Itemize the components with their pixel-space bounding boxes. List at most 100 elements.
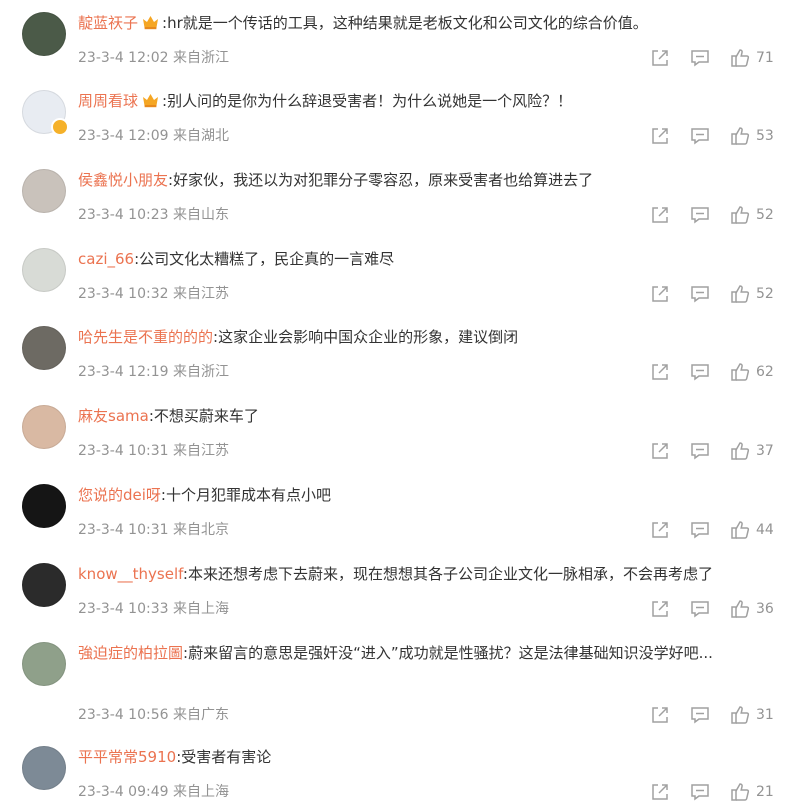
share-icon [652, 364, 668, 380]
comment-text-block: 哈先生是不重的的的:这家企业会影响中国众企业的形象，建议倒闭 [78, 324, 768, 351]
comment-meta: 23-3-4 12:02 来自浙江 [78, 48, 229, 68]
like-button[interactable]: 62 [730, 362, 774, 382]
avatar[interactable] [22, 248, 66, 292]
username-link[interactable]: 您说的dei呀 [78, 486, 161, 504]
comment-content: hr就是一个传话的工具，这种结果就是老板文化和公司文化的综合价值。 [167, 14, 648, 32]
thumbs-up-icon [731, 783, 750, 801]
avatar[interactable] [22, 484, 66, 528]
ip-location: 来自湖北 [172, 128, 229, 144]
like-button[interactable]: 53 [730, 126, 774, 146]
ip-location: 来自江苏 [172, 286, 229, 302]
like-button[interactable]: 71 [730, 48, 774, 68]
reply-button[interactable] [690, 441, 710, 461]
comment-text-block: 周周看球:别人问的是你为什么辞退受害者！为什么说她是一个风险？！ [78, 88, 768, 115]
reply-button[interactable] [690, 782, 710, 802]
username-link[interactable]: 強迫症的柏拉圖 [78, 644, 183, 662]
username-link[interactable]: 周周看球 [78, 92, 138, 110]
comment-icon [691, 522, 709, 539]
comment-actions: 36 [650, 599, 780, 619]
ip-location: 来自江苏 [172, 443, 229, 459]
like-button[interactable]: 44 [730, 520, 774, 540]
like-count: 36 [756, 601, 774, 617]
avatar[interactable] [22, 563, 66, 607]
comment-actions: 31 [650, 705, 780, 725]
comment-content: 蔚来留言的意思是强奸没“进入”成功就是性骚扰？这是法律基础知识没学好吧... [188, 644, 713, 662]
avatar[interactable] [22, 169, 66, 213]
ip-location: 来自广东 [172, 707, 229, 723]
comment-meta: 23-3-4 10:56 来自广东 [78, 705, 229, 725]
username-link[interactable]: 麻友sama [78, 407, 149, 425]
comment-text-block: 侯鑫悦小朋友:好家伙，我还以为对犯罪分子零容忍，原来受害者也给算进去了 [78, 167, 768, 194]
comment-meta: 23-3-4 12:09 来自湖北 [78, 126, 229, 146]
comment-content: 这家企业会影响中国众企业的形象，建议倒闭 [218, 328, 519, 346]
comment-item: know__thyself:本来还想考虑下去蔚来，现在想想其各子公司企业文化一脉… [0, 559, 797, 629]
username-link[interactable]: 平平常常5910 [78, 748, 176, 766]
comment-content: 别人问的是你为什么辞退受害者！为什么说她是一个风险？！ [167, 92, 573, 110]
share-icon [652, 522, 668, 538]
thumbs-up-icon [731, 49, 750, 67]
username-link[interactable]: cazi_66 [78, 250, 134, 268]
avatar[interactable] [22, 12, 66, 56]
reply-button[interactable] [690, 48, 710, 68]
reply-button[interactable] [690, 705, 710, 725]
comment-icon [691, 364, 709, 381]
comment-item: 您说的dei呀:十个月犯罪成本有点小吧 23-3-4 10:31 来自北京 44 [0, 480, 797, 550]
timestamp: 23-3-4 10:32 [78, 286, 169, 302]
comment-actions: 37 [650, 441, 780, 461]
share-button[interactable] [650, 599, 670, 619]
username-link[interactable]: 哈先生是不重的的的 [78, 328, 213, 346]
share-button[interactable] [650, 284, 670, 304]
comment-meta: 23-3-4 10:31 来自江苏 [78, 441, 229, 461]
reply-button[interactable] [690, 520, 710, 540]
comment-meta: 23-3-4 10:32 来自江苏 [78, 284, 229, 304]
thumbs-up-icon [731, 285, 750, 303]
comment-icon [691, 128, 709, 145]
like-button[interactable]: 31 [730, 705, 774, 725]
username-link[interactable]: 靛蓝祆子 [78, 14, 138, 32]
comment-actions: 71 [650, 48, 780, 68]
like-button[interactable]: 21 [730, 782, 774, 802]
comment-icon [691, 601, 709, 618]
share-button[interactable] [650, 782, 670, 802]
like-button[interactable]: 37 [730, 441, 774, 461]
share-button[interactable] [650, 362, 670, 382]
share-button[interactable] [650, 520, 670, 540]
comment-meta: 23-3-4 10:23 来自山东 [78, 205, 229, 225]
share-button[interactable] [650, 48, 670, 68]
comment-actions: 53 [650, 126, 780, 146]
ip-location: 来自山东 [172, 207, 229, 223]
share-icon [652, 601, 668, 617]
like-button[interactable]: 36 [730, 599, 774, 619]
avatar[interactable] [22, 642, 66, 686]
comment-icon [691, 207, 709, 224]
comment-meta: 23-3-4 10:31 来自北京 [78, 520, 229, 540]
username-link[interactable]: know__thyself [78, 565, 183, 583]
comment-icon [691, 286, 709, 303]
like-button[interactable]: 52 [730, 205, 774, 225]
like-count: 21 [756, 784, 774, 800]
avatar[interactable] [22, 405, 66, 449]
thumbs-up-icon [731, 600, 750, 618]
share-button[interactable] [650, 705, 670, 725]
thumbs-up-icon [731, 363, 750, 381]
comment-content: 不想买蔚来车了 [153, 407, 259, 425]
like-button[interactable]: 52 [730, 284, 774, 304]
avatar[interactable] [22, 746, 66, 790]
comment-actions: 44 [650, 520, 780, 540]
like-count: 44 [756, 522, 774, 538]
reply-button[interactable] [690, 205, 710, 225]
share-icon [652, 50, 668, 66]
avatar[interactable] [22, 90, 69, 136]
reply-button[interactable] [690, 362, 710, 382]
timestamp: 23-3-4 12:02 [78, 50, 169, 66]
comment-icon [691, 443, 709, 460]
comment-icon [691, 50, 709, 67]
reply-button[interactable] [690, 284, 710, 304]
share-button[interactable] [650, 205, 670, 225]
reply-button[interactable] [690, 126, 710, 146]
reply-button[interactable] [690, 599, 710, 619]
avatar[interactable] [22, 326, 66, 370]
share-button[interactable] [650, 126, 670, 146]
share-button[interactable] [650, 441, 670, 461]
username-link[interactable]: 侯鑫悦小朋友 [78, 171, 168, 189]
